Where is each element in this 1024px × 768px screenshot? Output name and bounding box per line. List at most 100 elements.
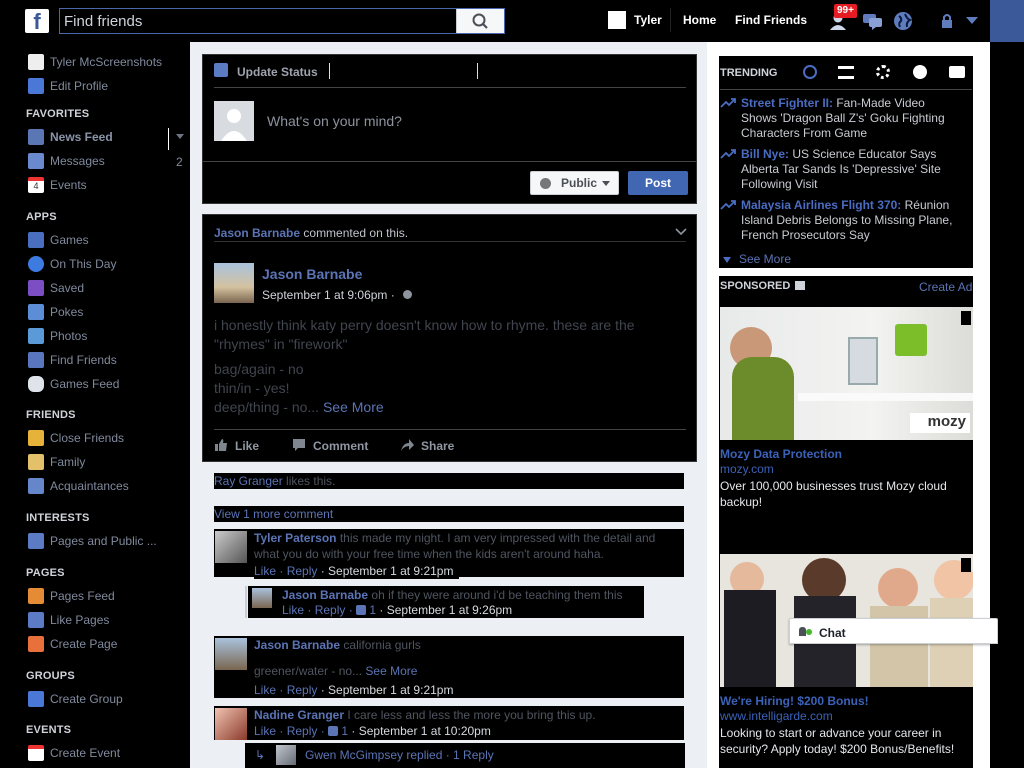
reply-like-link[interactable]: Like <box>282 603 304 617</box>
thumbs-up-icon <box>328 726 339 736</box>
family-icon <box>28 454 44 470</box>
update-status-tab[interactable]: Update Status <box>237 65 318 79</box>
comment-author-link[interactable]: Tyler Paterson <box>254 531 336 545</box>
news-feed-options-button[interactable] <box>176 134 184 140</box>
sidebar-item-label: Create Event <box>50 746 121 760</box>
user-avatar[interactable] <box>608 11 626 29</box>
commenter-avatar[interactable] <box>215 531 247 563</box>
politics-icon[interactable] <box>838 66 854 79</box>
comment-like-link[interactable]: Like <box>254 683 276 697</box>
ad-domain[interactable]: www.intelligarde.com <box>720 709 833 723</box>
sports-icon[interactable] <box>913 65 927 79</box>
science-icon[interactable] <box>876 65 890 79</box>
trending-see-more[interactable]: See More <box>723 252 791 266</box>
comment-actions: Like · Reply · September 1 at 9:21pm <box>254 564 460 579</box>
view-more-comments-link[interactable]: View 1 more comment <box>214 507 333 521</box>
comment-timestamp[interactable]: September 1 at 9:21pm <box>328 564 453 578</box>
facebook-logo-icon[interactable]: f <box>25 9 49 34</box>
photos-icon <box>28 328 44 344</box>
mozy-ad-image[interactable]: mozy <box>720 307 973 440</box>
pencil-icon <box>214 63 228 77</box>
sidebar-item-label: On This Day <box>50 257 117 271</box>
replier-avatar[interactable] <box>276 745 296 765</box>
comment-author-link[interactable]: Nadine Granger <box>254 708 344 722</box>
trending-arrow-icon <box>720 149 736 159</box>
ad-domain[interactable]: mozy.com <box>720 462 774 476</box>
acquaintances-icon <box>28 478 44 494</box>
reply-actions: Like · Reply · 1 · September 1 at 9:26pm <box>282 603 513 617</box>
privacy-selector[interactable]: Public <box>530 171 619 195</box>
comment-like-link[interactable]: Like <box>254 564 276 578</box>
ad-title-link[interactable]: Mozy Data Protection <box>720 447 842 461</box>
chat-tab[interactable]: Chat <box>789 618 998 644</box>
trending-item[interactable]: Street Fighter II: Fan-Made Video Shows … <box>720 96 972 141</box>
see-more-link[interactable]: See More <box>323 399 384 415</box>
replier-avatar[interactable] <box>252 588 272 608</box>
comment-timestamp[interactable]: September 1 at 10:20pm <box>359 724 491 738</box>
liker-link[interactable]: Ray Granger <box>214 474 283 488</box>
comment-reply-link[interactable]: Reply <box>287 724 318 738</box>
see-more-link[interactable]: See More <box>365 664 417 678</box>
ad-close-button[interactable] <box>961 311 971 325</box>
divider <box>670 8 671 32</box>
divider <box>214 87 686 88</box>
activity-actor-link[interactable]: Jason Barnabe <box>214 226 300 240</box>
share-label: Share <box>421 439 455 453</box>
chevron-down-icon <box>675 228 687 236</box>
friend-requests-button[interactable]: 99+ <box>828 4 857 32</box>
trending-box: TRENDING Street Fighter II: Fan-Made Vid… <box>719 56 973 268</box>
story-body-line: bag/again - no <box>214 361 304 377</box>
sidebar-item-label: Create Group <box>50 692 123 706</box>
ad-title-link[interactable]: We're Hiring! $200 Bonus! <box>720 694 869 708</box>
sidebar-item-label: Events <box>50 178 87 192</box>
like-label: Like <box>235 439 260 453</box>
story-timestamp[interactable]: September 1 at 9:06pm · <box>262 288 395 302</box>
home-link[interactable]: Home <box>683 13 716 27</box>
sidebar-item-label: Find Friends <box>50 353 117 367</box>
status-input[interactable]: What's on your mind? <box>267 113 402 129</box>
messages-button[interactable] <box>862 11 884 31</box>
games-feed-icon <box>28 376 44 392</box>
lock-icon <box>942 14 952 28</box>
reply-reply-link[interactable]: Reply <box>315 603 346 617</box>
globe-icon <box>403 290 412 299</box>
trending-text: French Prosecutors Say <box>741 228 870 242</box>
comment-timestamp[interactable]: September 1 at 9:21pm <box>328 683 453 697</box>
story-body-line: i honestly think katy perry doesn't know… <box>214 317 635 333</box>
trending-text: Island Debris Belongs to Missing Plane, <box>741 213 953 227</box>
search-input[interactable] <box>60 9 458 33</box>
close-friends-icon <box>28 430 44 446</box>
comment-reply-link[interactable]: Reply <box>287 564 318 578</box>
privacy-shortcuts-button[interactable] <box>940 13 958 29</box>
entertainment-icon[interactable] <box>949 66 965 78</box>
story-body: i honestly think katy perry doesn't know… <box>214 316 674 417</box>
activity-text: commented on this. <box>303 226 409 240</box>
view-replies-link[interactable]: Gwen McGimpsey replied · 1 Reply <box>305 748 494 762</box>
trending-item[interactable]: Malaysia Airlines Flight 370: Réunion Is… <box>720 198 972 243</box>
account-menu-button[interactable] <box>966 17 978 25</box>
comment-reply-link[interactable]: Reply <box>287 683 318 697</box>
comment-like-link[interactable]: Like <box>254 724 276 738</box>
profile-link[interactable]: Tyler <box>634 13 662 27</box>
notifications-button[interactable] <box>893 11 913 31</box>
author-avatar[interactable] <box>214 263 254 303</box>
search-button[interactable] <box>456 9 504 33</box>
comment-author-link[interactable]: Jason Barnabe <box>254 638 340 652</box>
chevron-down-icon <box>966 17 978 24</box>
commenter-avatar[interactable] <box>215 638 247 670</box>
trending-top-icon[interactable] <box>803 65 817 79</box>
create-ad-link[interactable]: Create Ad <box>919 280 972 294</box>
find-friends-link[interactable]: Find Friends <box>735 13 807 27</box>
post-button[interactable]: Post <box>628 171 688 195</box>
story-author-link[interactable]: Jason Barnabe <box>262 266 362 282</box>
commenter-avatar[interactable] <box>215 708 247 740</box>
reply-author-link[interactable]: Jason Barnabe <box>282 588 368 602</box>
reply-timestamp[interactable]: September 1 at 9:26pm <box>387 603 512 617</box>
sidebar-item-label: News Feed <box>50 130 113 144</box>
ad-close-button[interactable] <box>961 558 971 572</box>
trending-item[interactable]: Bill Nye: US Science Educator Says Alber… <box>720 147 972 192</box>
trending-arrow-icon <box>720 98 736 108</box>
comment-actions: Like · Reply · 1 · September 1 at 10:20p… <box>254 724 491 738</box>
story-options-button[interactable] <box>675 228 687 236</box>
create-event-icon <box>28 745 44 761</box>
